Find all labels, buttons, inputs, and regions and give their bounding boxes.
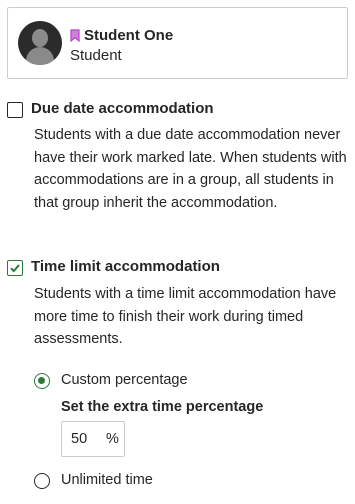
avatar-head	[32, 29, 48, 47]
unlimited-time-radio[interactable]	[34, 473, 50, 489]
unlimited-time-label[interactable]: Unlimited time	[61, 472, 153, 488]
due-date-checkbox[interactable]	[7, 102, 23, 118]
user-role: Student	[70, 47, 122, 64]
time-limit-title: Time limit accommodation	[31, 258, 220, 275]
extra-time-value[interactable]: 50	[71, 431, 87, 447]
user-name: Student One	[84, 27, 174, 44]
percent-unit: %	[106, 431, 119, 447]
bookmark-icon	[70, 29, 80, 42]
user-name-row: Student One	[70, 27, 173, 44]
extra-time-percentage-input[interactable]: 50 %	[61, 421, 125, 457]
due-date-title: Due date accommodation	[31, 100, 214, 117]
custom-percentage-radio[interactable]	[34, 373, 50, 389]
user-card: Student One Student	[7, 7, 348, 79]
checkmark-icon	[10, 264, 20, 273]
avatar-body	[26, 47, 54, 65]
custom-percentage-label[interactable]: Custom percentage	[61, 372, 188, 388]
extra-time-label: Set the extra time percentage	[61, 399, 264, 415]
due-date-description: Students with a due date accommodation n…	[34, 127, 347, 211]
time-limit-checkbox[interactable]	[7, 260, 23, 276]
time-limit-description: Students with a time limit accommodation…	[34, 286, 337, 347]
avatar	[18, 21, 62, 65]
